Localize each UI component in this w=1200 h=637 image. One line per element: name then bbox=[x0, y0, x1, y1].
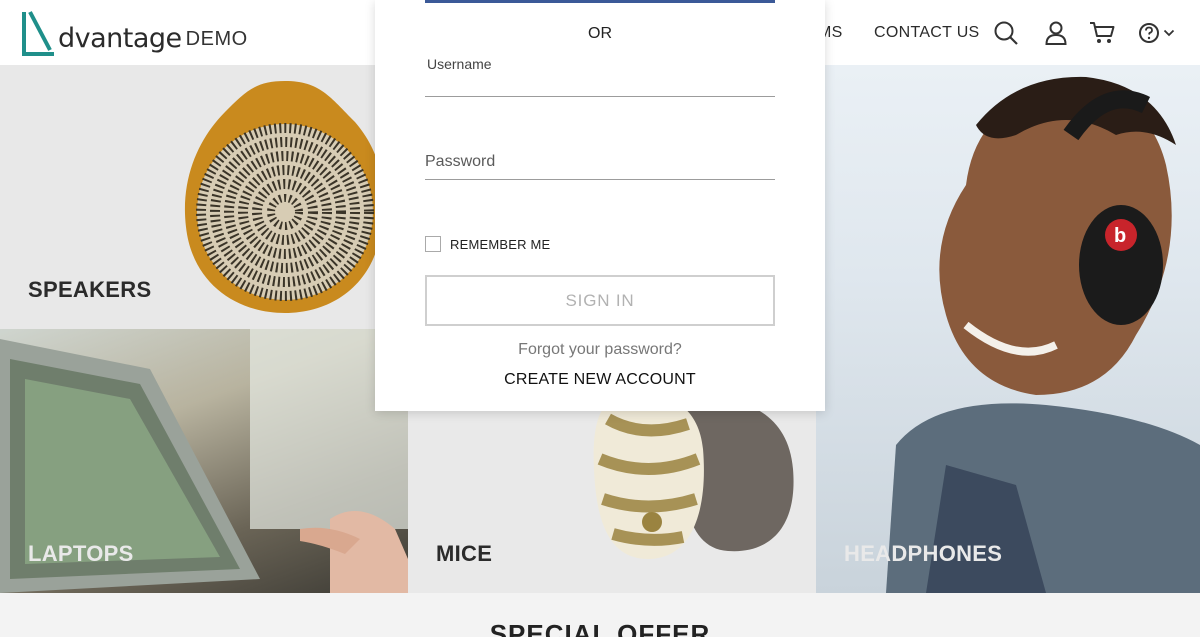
remember-me-label: REMEMBER ME bbox=[450, 236, 551, 252]
logo-mark-icon bbox=[22, 11, 54, 56]
tile-label-laptops: LAPTOPS bbox=[28, 541, 134, 566]
username-label: Username bbox=[427, 56, 492, 72]
special-offer-title: SPECIAL OFFER bbox=[489, 619, 711, 637]
or-divider: OR bbox=[588, 25, 612, 42]
headphones-image: b bbox=[886, 76, 1200, 593]
create-account-link[interactable]: CREATE NEW ACCOUNT bbox=[375, 371, 825, 389]
tile-label-speakers: SPEAKERS bbox=[28, 277, 152, 302]
forgot-password-link[interactable]: Forgot your password? bbox=[375, 341, 825, 359]
username-input[interactable] bbox=[425, 77, 775, 94]
remember-me-checkbox[interactable] bbox=[425, 236, 441, 252]
cart-icon[interactable] bbox=[1087, 18, 1117, 48]
help-icon bbox=[1138, 23, 1159, 43]
speaker-image bbox=[184, 81, 384, 313]
remember-me[interactable]: REMEMBER ME bbox=[425, 236, 550, 252]
svg-text:b: b bbox=[1114, 225, 1126, 247]
logo[interactable]: dvantage DEMO bbox=[22, 10, 248, 56]
mice-image bbox=[593, 393, 794, 559]
tile-label-headphones: HEADPHONES bbox=[844, 541, 1003, 566]
password-field[interactable]: Password bbox=[425, 150, 775, 180]
tile-label-mice: MICE bbox=[436, 541, 493, 566]
username-field[interactable]: Username bbox=[425, 52, 775, 97]
chevron-down-icon bbox=[1163, 29, 1174, 37]
logo-suffix: DEMO bbox=[185, 28, 248, 50]
login-modal: OR Username Password REMEMBER ME SIGN IN… bbox=[375, 0, 825, 411]
help-menu[interactable] bbox=[1134, 18, 1178, 48]
facebook-login-button[interactable] bbox=[425, 0, 775, 3]
category-tile-speakers[interactable]: SPEAKERS bbox=[0, 65, 408, 329]
special-offer-section: SPECIAL OFFER bbox=[0, 593, 1200, 637]
search-icon[interactable] bbox=[991, 18, 1021, 48]
password-input[interactable] bbox=[425, 160, 775, 177]
category-tile-headphones[interactable]: b HEADPHONES bbox=[816, 65, 1200, 593]
logo-text: dvantage bbox=[58, 23, 182, 54]
category-tile-laptops[interactable]: LAPTOPS bbox=[0, 329, 408, 593]
nav-item-contact-us[interactable]: CONTACT US bbox=[874, 0, 980, 65]
sign-in-button[interactable]: SIGN IN bbox=[425, 275, 775, 326]
user-icon[interactable] bbox=[1041, 18, 1071, 48]
